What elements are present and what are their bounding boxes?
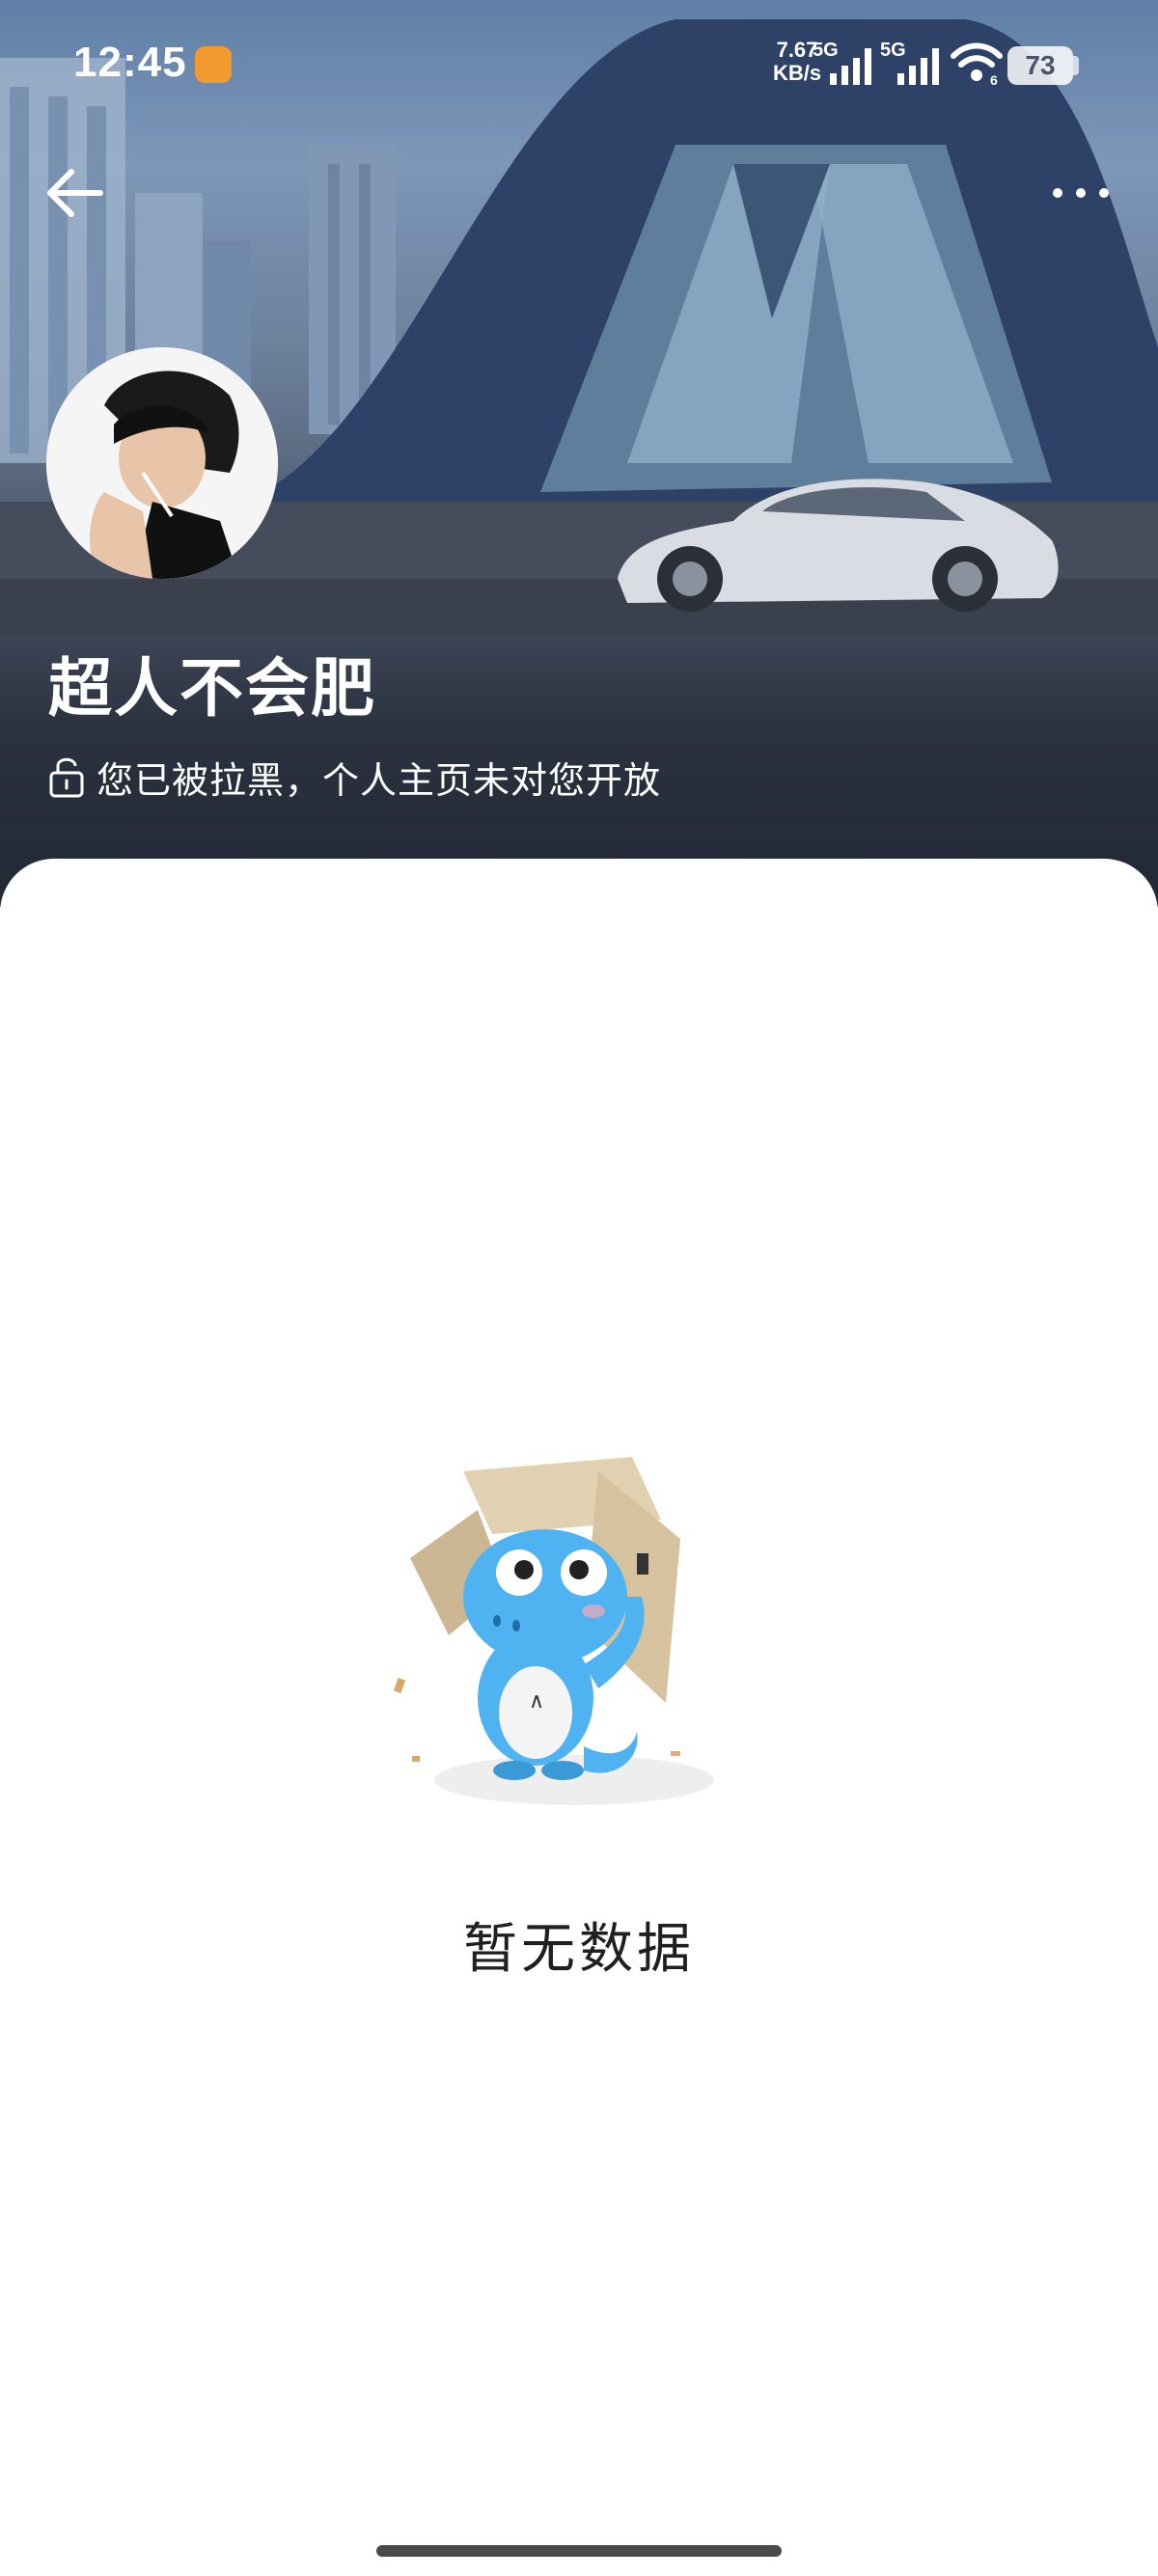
home-indicator[interactable] — [376, 2545, 782, 2557]
notification-app-icon — [195, 46, 232, 83]
blocked-notice: 您已被拉黑，个人主页未对您开放 — [48, 753, 662, 802]
back-arrow-icon — [47, 169, 103, 217]
svg-text:∧: ∧ — [529, 1689, 544, 1713]
wifi-icon: 6 — [951, 42, 1003, 87]
lock-icon — [49, 757, 84, 798]
signal-5g-icon-1: 5G — [813, 40, 871, 85]
profile-cover: 12:45 7.67 KB/s 5G 5G 6 73 超人不会肥 您已被拉黑，个… — [0, 0, 1158, 907]
battery-indicator: 73 — [1007, 46, 1073, 85]
more-dots-icon — [1053, 188, 1109, 198]
empty-state-text: 暂无数据 — [463, 1918, 695, 1981]
back-button[interactable] — [41, 154, 118, 232]
avatar[interactable] — [46, 347, 278, 579]
status-time: 12:45 — [73, 39, 187, 86]
battery-tip — [1073, 56, 1079, 75]
signal-5g-icon-2: 5G — [880, 40, 939, 85]
avatar-image — [46, 347, 278, 579]
blocked-notice-text: 您已被拉黑，个人主页未对您开放 — [96, 758, 662, 802]
svg-text:5G: 5G — [880, 40, 906, 61]
status-bar: 12:45 7.67 KB/s 5G 5G 6 73 — [0, 0, 1158, 125]
more-options-button[interactable] — [1042, 164, 1119, 222]
empty-state-illustration: ∧ — [393, 1457, 714, 1805]
profile-username: 超人不会肥 — [48, 651, 376, 726]
svg-text:5G: 5G — [813, 40, 839, 61]
svg-text:6: 6 — [990, 72, 998, 87]
